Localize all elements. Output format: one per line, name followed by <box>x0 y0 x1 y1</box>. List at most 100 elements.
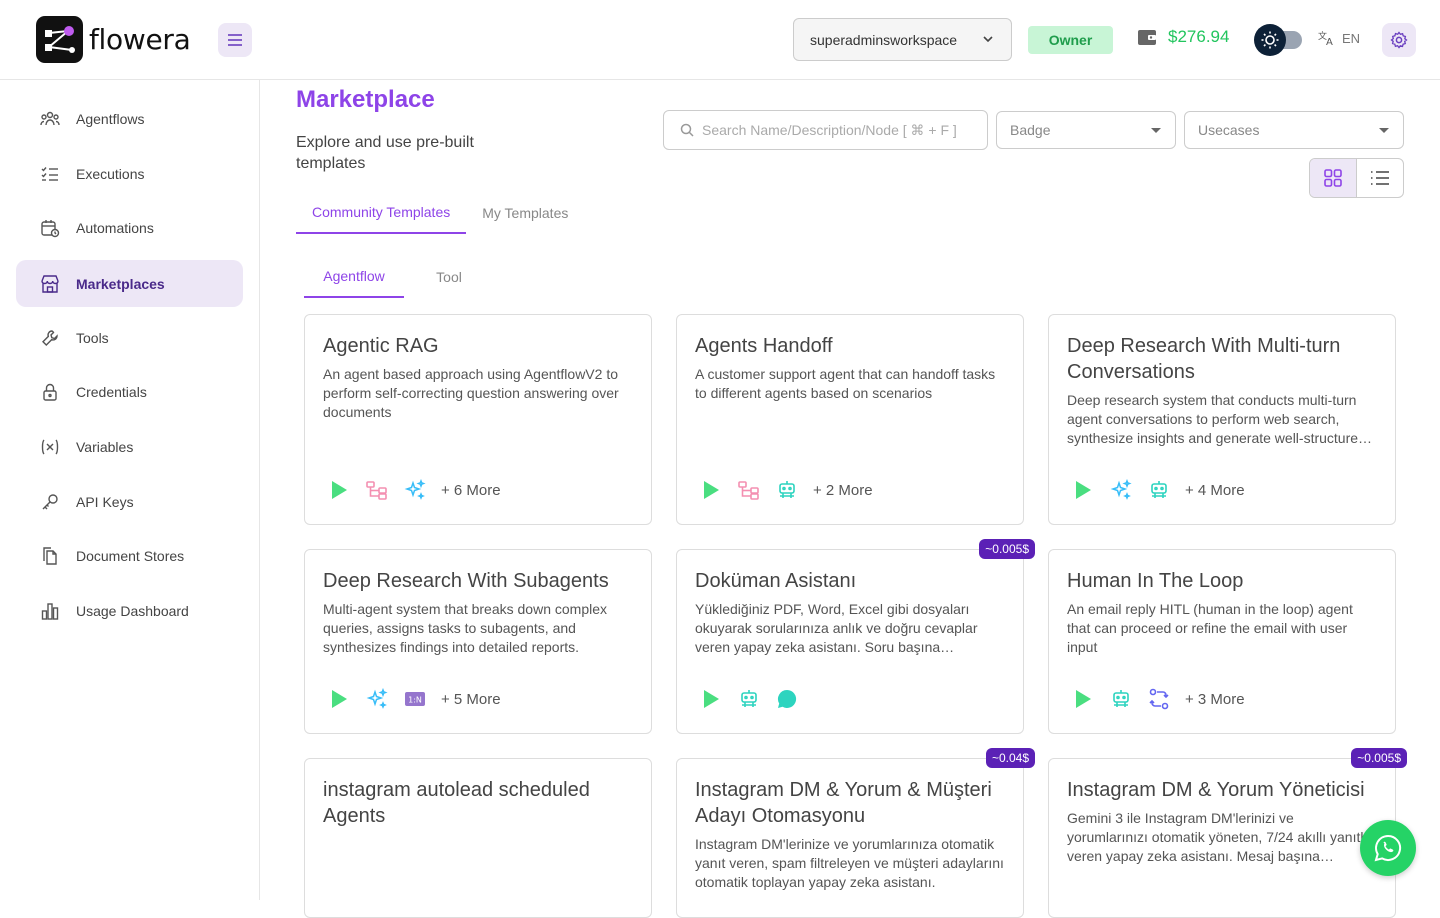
play-icon <box>327 687 351 711</box>
sidebar-item-variables[interactable]: Variables <box>16 423 243 470</box>
price-badge: ~0.04$ <box>985 748 1035 768</box>
balance[interactable]: $276.94 <box>1136 27 1229 47</box>
search-placeholder: Search Name/Description/Node [ ⌘ + F ] <box>702 121 957 138</box>
template-card-instagram-autolead[interactable]: instagram autolead scheduled Agents <box>304 758 652 918</box>
sidebar-item-label: API Keys <box>76 493 134 510</box>
card-title: Instagram DM & Yorum & Müşteri Adayı Oto… <box>695 779 992 827</box>
language-switch[interactable]: 文A EN <box>1318 30 1360 46</box>
card-title: Agents Handoff <box>695 335 833 357</box>
card-node-icons: + 3 More <box>1071 687 1245 711</box>
sidebar-item-credentials[interactable]: Credentials <box>16 368 243 415</box>
tab-agentflow[interactable]: Agentflow <box>304 256 404 298</box>
gear-icon <box>1390 31 1408 49</box>
sparkle-icon <box>403 478 427 502</box>
robot-icon <box>1109 687 1133 711</box>
more-nodes: + 5 More <box>441 690 501 708</box>
card-description: A customer support agent that can handof… <box>695 366 996 401</box>
calendar-clock-icon <box>40 218 60 238</box>
iteration-icon: 1:N <box>403 687 427 711</box>
card-node-icons <box>699 687 799 711</box>
tool-icon <box>40 328 60 348</box>
files-icon <box>40 546 60 566</box>
template-card-human-in-the-loop[interactable]: Human In The Loop An email reply HITL (h… <box>1048 549 1396 734</box>
sidebar-item-label: Tools <box>76 329 109 346</box>
badge-filter-select[interactable]: Badge <box>996 111 1176 149</box>
card-node-icons: 1:N + 5 More <box>327 687 501 711</box>
sidebar-item-usage-dashboard[interactable]: Usage Dashboard <box>16 587 243 634</box>
sidebar-item-label: Usage Dashboard <box>76 602 189 619</box>
list-view-button[interactable] <box>1357 159 1403 197</box>
price-badge: ~0.005$ <box>979 539 1035 559</box>
whatsapp-button[interactable] <box>1360 820 1416 876</box>
sidebar-item-document-stores[interactable]: Document Stores <box>16 532 243 579</box>
store-icon <box>40 274 60 294</box>
sidebar-item-label: Credentials <box>76 383 147 400</box>
play-icon <box>699 687 723 711</box>
chat-icon <box>775 687 799 711</box>
wallet-icon <box>1138 30 1156 45</box>
more-nodes: + 6 More <box>441 481 501 499</box>
flow-icon <box>737 478 761 502</box>
play-icon <box>699 478 723 502</box>
template-card-instagram-dm-yorum-yoneticisi[interactable]: ~0.005$ Instagram DM & Yorum Yöneticisi … <box>1048 748 1407 918</box>
sidebar-item-executions[interactable]: Executions <box>16 150 243 197</box>
template-card-instagram-dm-yorum-musteri[interactable]: ~0.04$ Instagram DM & Yorum & Müşteri Ad… <box>676 748 1035 918</box>
chevron-down-icon <box>983 36 993 43</box>
card-title: Instagram DM & Yorum Yöneticisi <box>1067 779 1365 801</box>
play-icon <box>1071 687 1095 711</box>
menu-toggle-button[interactable] <box>218 23 252 57</box>
template-card-deep-research-multiturn[interactable]: Deep Research With Multi-turn Conversati… <box>1048 314 1396 525</box>
robot-icon <box>737 687 761 711</box>
sidebar-item-label: Executions <box>76 165 145 182</box>
sidebar-item-label: Variables <box>76 438 134 455</box>
template-card-agents-handoff[interactable]: Agents Handoff A customer support agent … <box>676 314 1024 525</box>
workspace-name: superadminsworkspace <box>810 31 958 48</box>
sidebar-item-label: Agentflows <box>76 110 145 127</box>
price-badge: ~0.005$ <box>1351 748 1407 768</box>
card-title: Deep Research With Multi-turn Conversati… <box>1067 335 1341 383</box>
badge-filter-label: Badge <box>1010 122 1051 138</box>
sidebar-item-tools[interactable]: Tools <box>16 314 243 361</box>
card-title: Agentic RAG <box>323 335 439 357</box>
hamburger-icon <box>228 34 242 46</box>
card-node-icons: + 2 More <box>699 478 873 502</box>
sidebar-item-api-keys[interactable]: API Keys <box>16 478 243 525</box>
template-card-deep-research-subagents[interactable]: Deep Research With Subagents Multi-agent… <box>304 549 652 734</box>
list-icon <box>1371 171 1389 185</box>
role-badge: Owner <box>1028 26 1113 54</box>
logo-text: flowera <box>89 23 191 56</box>
template-card-agentic-rag[interactable]: Agentic RAG An agent based approach usin… <box>304 314 652 525</box>
more-nodes: + 2 More <box>813 481 873 499</box>
search-icon <box>680 123 694 137</box>
logo-mark-icon <box>36 16 83 63</box>
sun-icon <box>1254 24 1286 56</box>
robot-icon <box>775 478 799 502</box>
settings-button[interactable] <box>1382 23 1416 57</box>
sidebar-item-automations[interactable]: Automations <box>16 204 243 251</box>
list-check-icon <box>40 164 60 184</box>
search-input[interactable]: Search Name/Description/Node [ ⌘ + F ] <box>663 110 988 150</box>
tab-community-templates[interactable]: Community Templates <box>296 192 467 234</box>
workspace-select[interactable]: superadminsworkspace <box>793 18 1012 61</box>
svg-text:1:N: 1:N <box>408 696 422 705</box>
grid-icon <box>1324 169 1342 187</box>
sidebar-item-marketplaces[interactable]: Marketplaces <box>16 260 243 307</box>
card-description: Gemini 3 ile Instagram DM'lerinizi ve yo… <box>1067 810 1376 864</box>
language-label: EN <box>1342 30 1361 46</box>
tab-tool[interactable]: Tool <box>404 256 494 298</box>
bar-chart-icon <box>40 601 60 621</box>
template-card-dokuman-asistani[interactable]: ~0.005$ Doküman Asistanı Yüklediğiniz PD… <box>676 539 1035 734</box>
usecase-filter-select[interactable]: Usecases <box>1184 111 1404 149</box>
card-node-icons: + 6 More <box>327 478 501 502</box>
card-title: Deep Research With Subagents <box>323 570 609 592</box>
theme-toggle[interactable] <box>1254 23 1302 57</box>
card-node-icons: + 4 More <box>1071 478 1245 502</box>
more-nodes: + 3 More <box>1185 690 1245 708</box>
logo[interactable]: flowera <box>36 16 191 63</box>
page-title: Marketplace <box>296 86 435 113</box>
sidebar-item-label: Marketplaces <box>76 275 165 292</box>
tab-my-templates[interactable]: My Templates <box>466 192 584 234</box>
page-subtitle: Explore and use pre-built templates <box>296 134 474 172</box>
grid-view-button[interactable] <box>1310 159 1357 197</box>
sidebar-item-agentflows[interactable]: Agentflows <box>16 95 243 142</box>
